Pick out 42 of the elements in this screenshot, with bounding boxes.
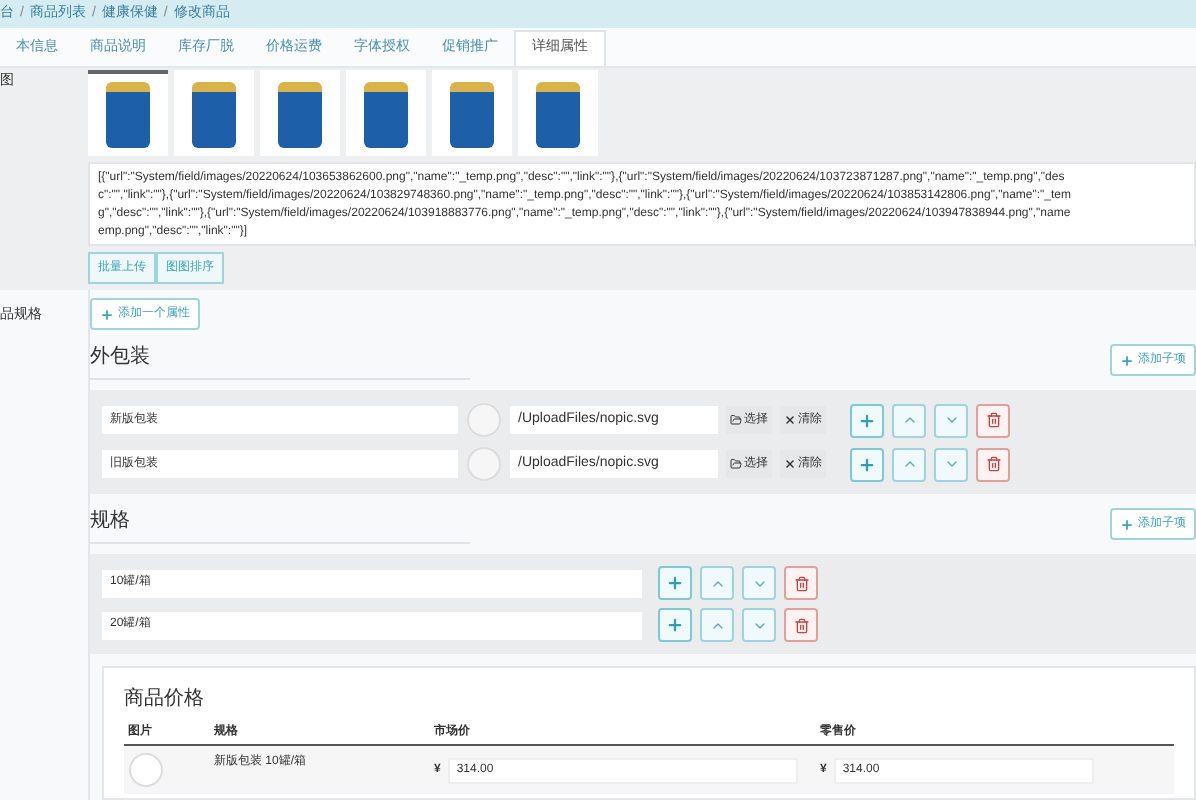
group-title: 外包装 — [90, 341, 470, 379]
trash-icon — [985, 412, 1001, 428]
move-up-button[interactable] — [700, 566, 734, 600]
move-up-button[interactable] — [700, 608, 734, 642]
trash-icon — [793, 575, 809, 591]
group-title: 规格 — [90, 505, 470, 543]
add-button[interactable] — [850, 447, 884, 481]
trash-icon — [793, 617, 809, 633]
plus-icon — [1120, 353, 1134, 367]
placeholder-image-icon — [466, 446, 502, 482]
photo-placeholder[interactable] — [260, 70, 340, 156]
chevron-down-icon — [943, 412, 959, 428]
folder-icon — [730, 414, 742, 426]
move-up-button[interactable] — [892, 447, 926, 481]
add-button[interactable] — [658, 566, 692, 600]
close-icon — [784, 414, 796, 426]
trash-icon — [985, 456, 1001, 472]
chevron-up-icon — [901, 456, 917, 472]
placeholder-image-icon — [466, 402, 502, 438]
chevron-down-icon — [943, 456, 959, 472]
delete-button[interactable] — [784, 608, 818, 642]
plus-icon — [858, 455, 876, 473]
close-icon — [784, 458, 796, 470]
plus-icon — [666, 616, 684, 634]
photo-placeholder[interactable] — [88, 70, 168, 156]
chevron-up-icon — [901, 412, 917, 428]
delete-button[interactable] — [784, 566, 818, 600]
photo-placeholder[interactable] — [174, 70, 254, 156]
photo-placeholder[interactable] — [432, 70, 512, 156]
plus-icon — [1120, 517, 1134, 531]
move-up-button[interactable] — [892, 403, 926, 437]
photo-placeholder[interactable] — [518, 70, 598, 156]
delete-button[interactable] — [976, 403, 1010, 437]
plus-icon — [666, 574, 684, 592]
card-title: 商品价格 — [124, 685, 206, 714]
plus-icon — [858, 411, 876, 429]
add-button[interactable] — [658, 608, 692, 642]
folder-icon — [730, 458, 742, 470]
delete-button[interactable] — [976, 447, 1010, 481]
add-button[interactable] — [850, 403, 884, 437]
photo-placeholder[interactable] — [346, 70, 426, 156]
plus-icon — [100, 307, 114, 321]
